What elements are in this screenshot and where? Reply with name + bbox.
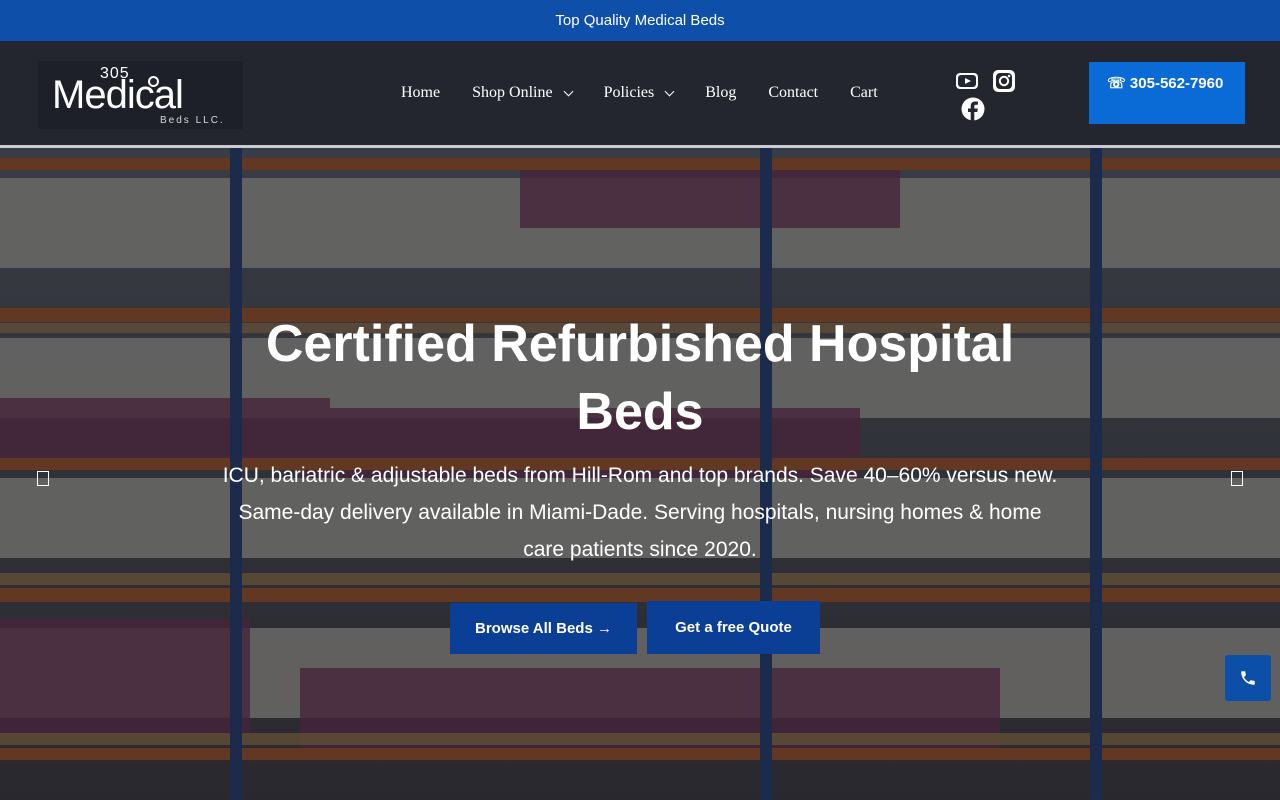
chevron-down-icon: [563, 86, 574, 96]
browse-button-label: Browse All Beds →: [475, 620, 612, 637]
nav-contact[interactable]: Contact: [752, 84, 834, 102]
nav-blog[interactable]: Blog: [689, 84, 752, 102]
nav-home-label: Home: [401, 84, 441, 101]
logo-suffix: Beds LLC.: [160, 115, 225, 126]
site-header: 305 Medical Beds LLC. Home Shop Online P…: [0, 41, 1280, 145]
nav-cart[interactable]: Cart: [834, 84, 894, 102]
nav-contact-label: Contact: [768, 84, 819, 101]
quote-button-label: Get a free Quote: [675, 619, 792, 636]
nav-blog-label: Blog: [705, 84, 737, 101]
announcement-bar: Top Quality Medical Beds: [0, 0, 1280, 41]
facebook-icon[interactable]: [961, 97, 985, 121]
logo-name: Medical: [52, 73, 184, 117]
hero-slider: Certified Refurbished Hospital Beds ICU,…: [0, 148, 1280, 800]
get-free-quote-button[interactable]: Get a free Quote: [647, 601, 820, 654]
hero-title: Certified Refurbished Hospital Beds: [265, 315, 1015, 441]
call-phone-button[interactable]: ☏ 305-562-7960: [1089, 62, 1245, 124]
nav-policies[interactable]: Policies: [588, 84, 690, 102]
phone-icon: [1241, 671, 1255, 685]
site-logo[interactable]: 305 Medical Beds LLC.: [38, 61, 243, 129]
slider-next-arrow[interactable]: [1231, 471, 1243, 486]
hero-description: ICU, bariatric & adjustable beds from Hi…: [222, 464, 1058, 561]
phone-number-label: ☏ 305-562-7960: [1107, 75, 1224, 92]
browse-all-beds-button[interactable]: Browse All Beds →: [450, 603, 637, 654]
announcement-text: Top Quality Medical Beds: [555, 12, 725, 29]
nav-shop-online-label: Shop Online: [472, 84, 553, 101]
logo-dot-icon: [148, 76, 159, 87]
slider-prev-arrow[interactable]: [37, 471, 49, 486]
instagram-icon[interactable]: [992, 69, 1016, 93]
social-links: [955, 69, 1025, 125]
floating-call-button[interactable]: [1225, 655, 1271, 701]
main-nav: Home Shop Online Policies Blog Contact C…: [385, 41, 894, 145]
nav-home[interactable]: Home: [385, 84, 456, 102]
youtube-icon[interactable]: [955, 69, 979, 93]
chevron-down-icon: [664, 86, 675, 96]
nav-policies-label: Policies: [603, 84, 655, 101]
nav-cart-label: Cart: [850, 84, 878, 101]
nav-shop-online[interactable]: Shop Online: [456, 84, 587, 102]
